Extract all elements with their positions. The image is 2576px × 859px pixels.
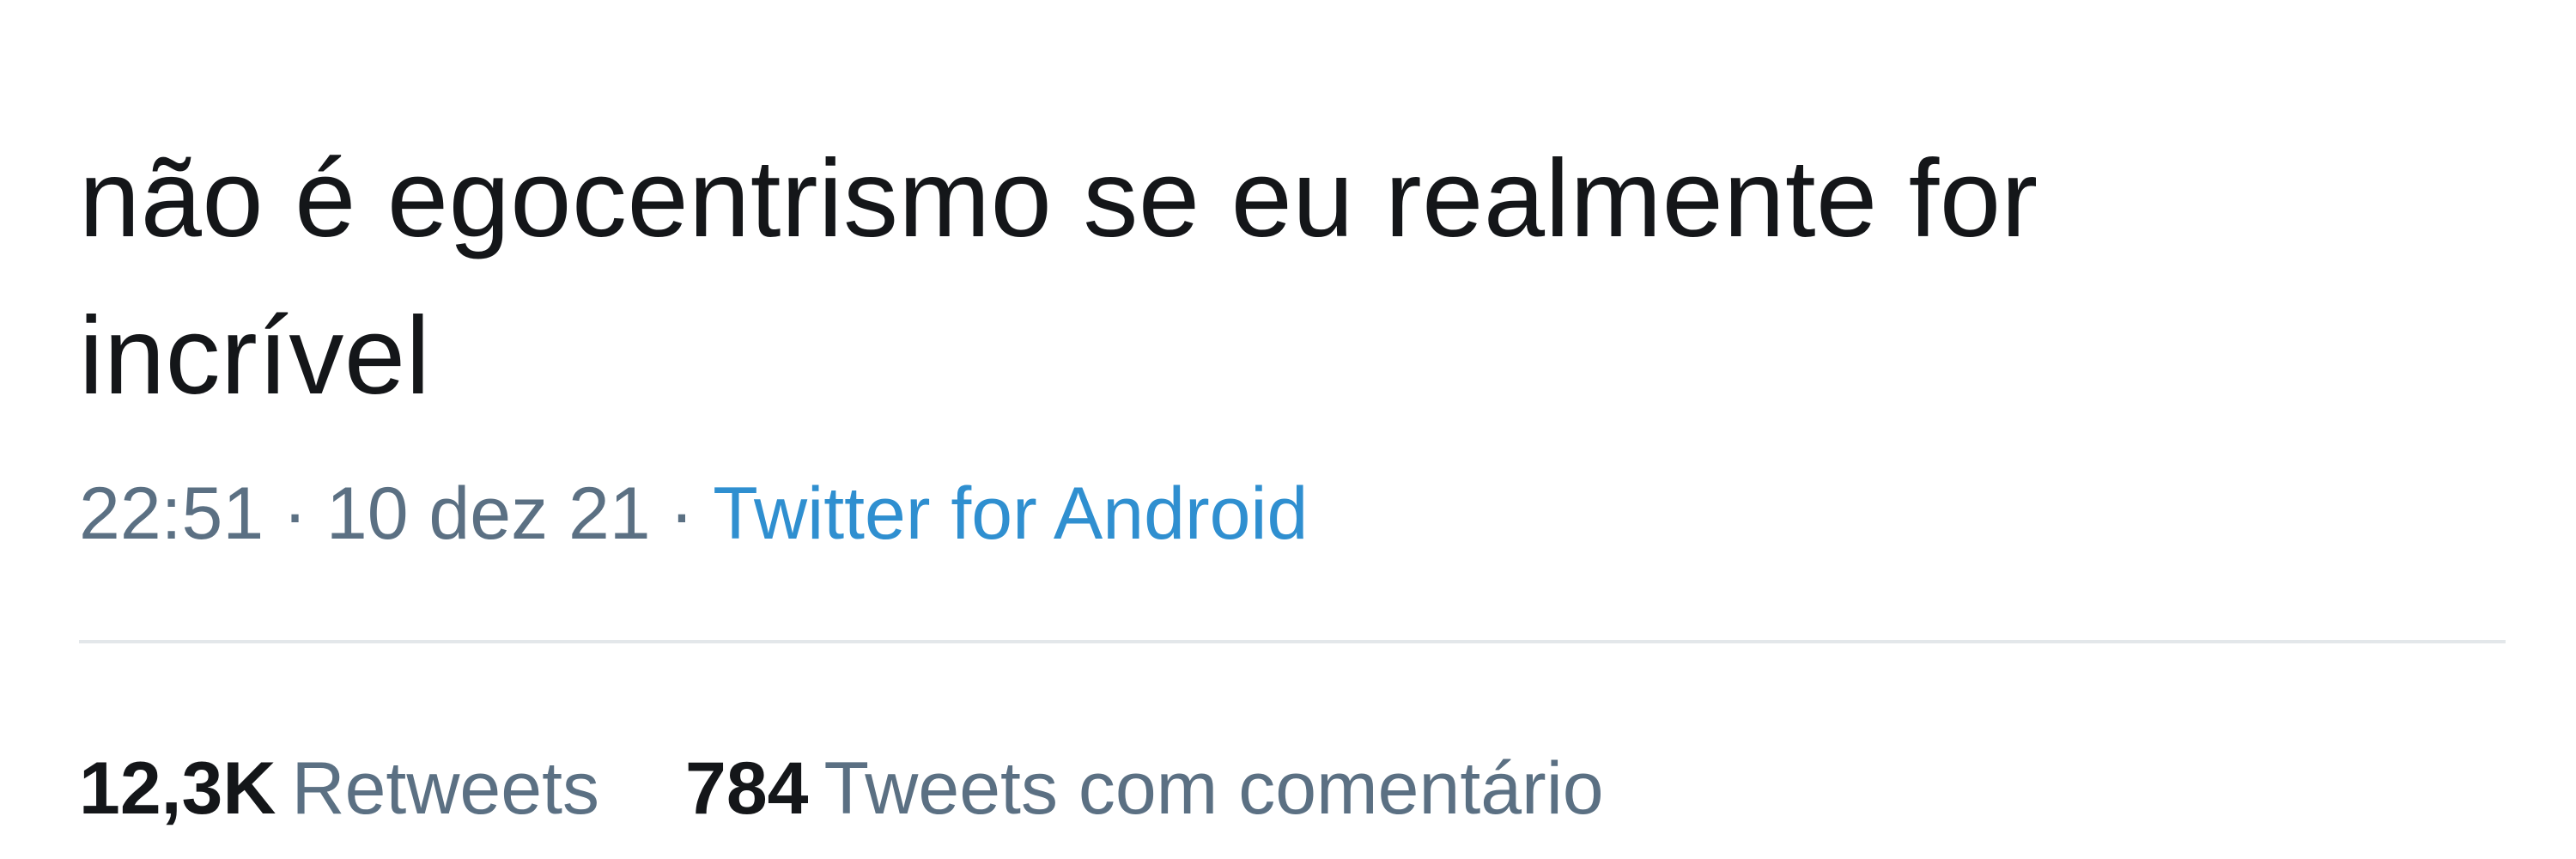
meta-separator: · xyxy=(283,472,307,555)
quote-tweets-label: Tweets com comentário xyxy=(823,747,1604,830)
retweets-count: 12,3K xyxy=(79,747,276,830)
quote-tweets-stat[interactable]: 784 Tweets com comentário xyxy=(685,746,1604,832)
tweet-source-link[interactable]: Twitter for Android xyxy=(713,472,1308,555)
tweet-date[interactable]: 10 dez 21 xyxy=(326,472,651,555)
tweet-detail: não é egocentrismo se eu realmente for i… xyxy=(0,0,2576,859)
meta-separator: · xyxy=(669,472,695,555)
retweets-label: Retweets xyxy=(291,747,600,830)
tweet-stats: 12,3K Retweets 784 Tweets com comentário xyxy=(79,746,1604,832)
divider xyxy=(79,640,2506,643)
quote-tweets-count: 784 xyxy=(685,747,809,830)
retweets-stat[interactable]: 12,3K Retweets xyxy=(79,746,599,832)
tweet-metadata: 22:51 · 10 dez 21 · Twitter for Android xyxy=(79,471,1308,557)
tweet-time[interactable]: 22:51 xyxy=(79,472,264,555)
tweet-text: não é egocentrismo se eu realmente for i… xyxy=(79,137,2038,417)
